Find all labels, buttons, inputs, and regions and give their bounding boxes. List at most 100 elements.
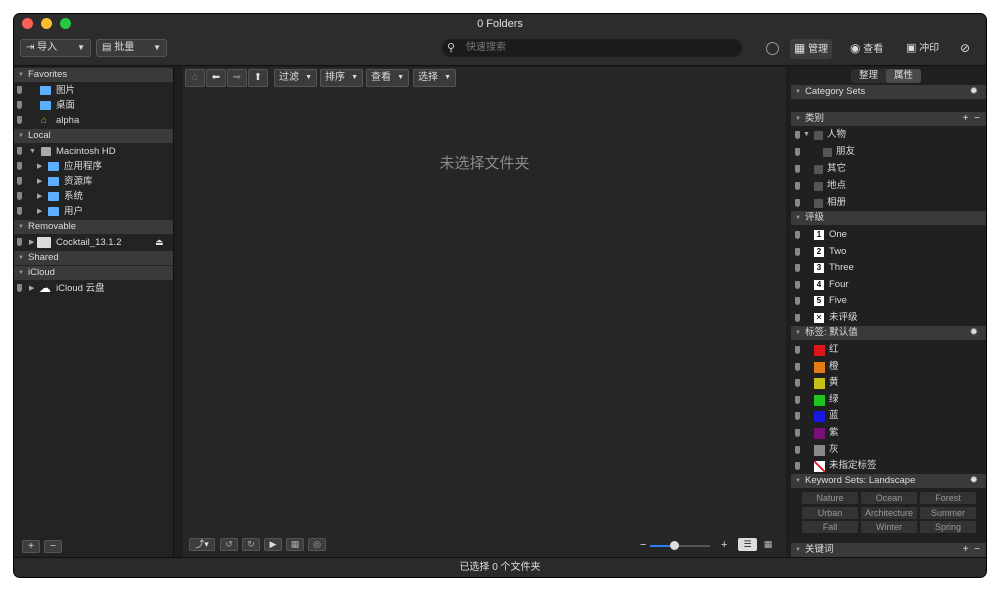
label-row[interactable]: 绿 — [791, 392, 986, 408]
category-row-other[interactable]: 其它 — [791, 161, 986, 177]
local-section[interactable]: Local — [14, 129, 173, 143]
minimize-window-button[interactable] — [41, 18, 52, 29]
label-row[interactable]: 紫 — [791, 425, 986, 441]
up-button[interactable]: ⬆ — [248, 69, 268, 87]
sidebar-item-library[interactable]: ▶ 资源库 — [14, 174, 173, 189]
rotate-right-button[interactable]: ↻ — [242, 538, 260, 551]
label-row[interactable]: 灰 — [791, 442, 986, 458]
remove-folder-button[interactable]: − — [44, 540, 62, 553]
category-header[interactable]: 类别 + − — [791, 112, 986, 126]
sidebar-item-system[interactable]: ▶ 系统 — [14, 189, 173, 204]
category-sets-header[interactable]: Category Sets ✹ — [791, 85, 986, 99]
sidebar-item-applications[interactable]: ▶ 应用程序 — [14, 159, 173, 174]
gear-icon[interactable]: ✹ — [970, 326, 978, 340]
thumbnail-size-slider[interactable] — [650, 541, 710, 550]
search-icon: ⚲ — [447, 42, 456, 54]
rating-row[interactable]: ✕ 未评级 — [791, 310, 986, 326]
rating-row[interactable]: 5 Five — [791, 293, 986, 309]
sort-button[interactable]: 排序 ▼ — [320, 69, 363, 87]
sidebar-item-macintosh-hd[interactable]: ▼ Macintosh HD — [14, 144, 173, 159]
import-button[interactable]: ⇥ 导入 ▼ — [20, 39, 91, 57]
label-row[interactable]: 橙 — [791, 359, 986, 375]
sidebar-item-desktop[interactable]: 桌面 — [14, 98, 173, 113]
sidebar-item-alpha[interactable]: ⌂ alpha — [14, 113, 173, 128]
favorites-section[interactable]: Favorites — [14, 68, 173, 82]
keyword-chip[interactable]: Nature — [802, 492, 858, 504]
gear-icon[interactable]: ✹ — [970, 85, 978, 99]
category-checkbox[interactable] — [814, 131, 823, 140]
slideshow-button[interactable]: ▶ — [264, 538, 282, 551]
rating-label: Five — [829, 295, 847, 307]
shared-section[interactable]: Shared — [14, 251, 173, 265]
rating-row[interactable]: 4 Four — [791, 277, 986, 293]
category-checkbox[interactable] — [814, 165, 823, 174]
category-checkbox[interactable] — [814, 182, 823, 191]
keyword-chip[interactable]: Summer — [920, 506, 976, 519]
keyword-chip[interactable]: Architecture — [861, 506, 917, 519]
tab-organize[interactable]: 整理 — [851, 69, 886, 83]
rating-row[interactable]: 2 Two — [791, 244, 986, 260]
print-mode-button[interactable]: ▣ 冲印 — [902, 39, 943, 59]
icloud-section[interactable]: iCloud — [14, 266, 173, 280]
close-window-button[interactable] — [22, 18, 33, 29]
keyword-sets-header[interactable]: Keyword Sets: Landscape ✹ — [791, 474, 986, 488]
forward-button[interactable]: ➡ — [227, 69, 247, 87]
keyword-chip[interactable]: Winter — [861, 521, 917, 533]
category-row-people[interactable]: ▼ 人物 — [791, 127, 986, 143]
local-title: Local — [28, 130, 51, 141]
category-checkbox[interactable] — [823, 148, 832, 157]
label-row[interactable]: 黄 — [791, 375, 986, 391]
home-button[interactable]: ⌂ — [185, 69, 205, 87]
gear-icon[interactable]: ✹ — [970, 474, 978, 488]
keyword-chip[interactable]: Ocean — [861, 492, 917, 504]
hide-eye-icon[interactable]: ⊘ — [956, 39, 974, 59]
manage-mode-button[interactable]: ▦ 管理 — [790, 39, 833, 59]
rating-row[interactable]: 3 Three — [791, 260, 986, 276]
user-icon[interactable] — [766, 42, 779, 55]
label-row[interactable]: 蓝 — [791, 408, 986, 424]
rating-row[interactable]: 1 One — [791, 227, 986, 243]
category-checkbox[interactable] — [814, 199, 823, 208]
keyword-chip[interactable]: Spring — [920, 521, 976, 533]
rating-header[interactable]: 评级 — [791, 211, 986, 225]
compare-button[interactable]: ▦ — [286, 538, 304, 551]
reveal-button[interactable]: ◎ — [308, 538, 326, 551]
keywords-header[interactable]: 关键词 + − — [791, 543, 986, 557]
search-input[interactable]: ⚲ 快速搜索 — [442, 39, 742, 57]
tab-properties[interactable]: 属性 — [886, 69, 922, 83]
sidebar-item-icloud-drive[interactable]: ▶ ☁ iCloud 云盘 — [14, 281, 173, 296]
add-remove-icons[interactable]: + − — [963, 112, 980, 126]
rotate-left-button[interactable]: ↺ — [220, 538, 238, 551]
sidebar-item-users[interactable]: ▶ 用户 — [14, 204, 173, 219]
sidebar-item-pictures[interactable]: 图片 — [14, 83, 173, 98]
label-row[interactable]: 未指定标签 — [791, 458, 986, 474]
removable-section[interactable]: Removable — [14, 220, 173, 234]
list-view-button[interactable]: ☰ — [738, 538, 757, 551]
zoom-window-button[interactable] — [60, 18, 71, 29]
sidebar-item-cocktail[interactable]: ▶ Cocktail_13.1.2 ⏏ — [14, 235, 173, 250]
zoom-out-icon[interactable]: − — [640, 539, 646, 551]
slider-knob[interactable] — [670, 541, 679, 550]
batch-button[interactable]: ▤ 批量 ▼ — [96, 39, 167, 57]
add-folder-button[interactable]: + — [22, 540, 40, 553]
back-button[interactable]: ⬅ — [206, 69, 226, 87]
category-row-albums[interactable]: 相册 — [791, 195, 986, 211]
category-row-friends[interactable]: 朋友 — [791, 144, 986, 160]
filter-button[interactable]: 过滤 ▼ — [274, 69, 317, 87]
keyword-chip[interactable]: Fall — [802, 521, 858, 533]
zoom-in-icon[interactable]: + — [721, 539, 727, 551]
labels-title: 标签: 默认值 — [805, 327, 858, 338]
labels-header[interactable]: 标签: 默认值 ✹ — [791, 326, 986, 340]
add-remove-icons[interactable]: + − — [963, 543, 980, 557]
eject-icon[interactable]: ⏏ — [155, 235, 164, 250]
category-row-places[interactable]: 地点 — [791, 178, 986, 194]
list-icon: ☰ — [743, 539, 752, 549]
view-button[interactable]: 查看 ▼ — [366, 69, 409, 87]
keyword-chip[interactable]: Forest — [920, 492, 976, 504]
view-mode-button[interactable]: ◉ 查看 — [846, 39, 887, 59]
keyword-chip[interactable]: Urban — [802, 506, 858, 519]
share-button[interactable]: ⤴▾ — [189, 538, 215, 551]
label-row[interactable]: 红 — [791, 342, 986, 358]
select-button[interactable]: 选择 ▼ — [413, 69, 456, 87]
grid-view-button[interactable]: ▦ — [760, 538, 776, 551]
